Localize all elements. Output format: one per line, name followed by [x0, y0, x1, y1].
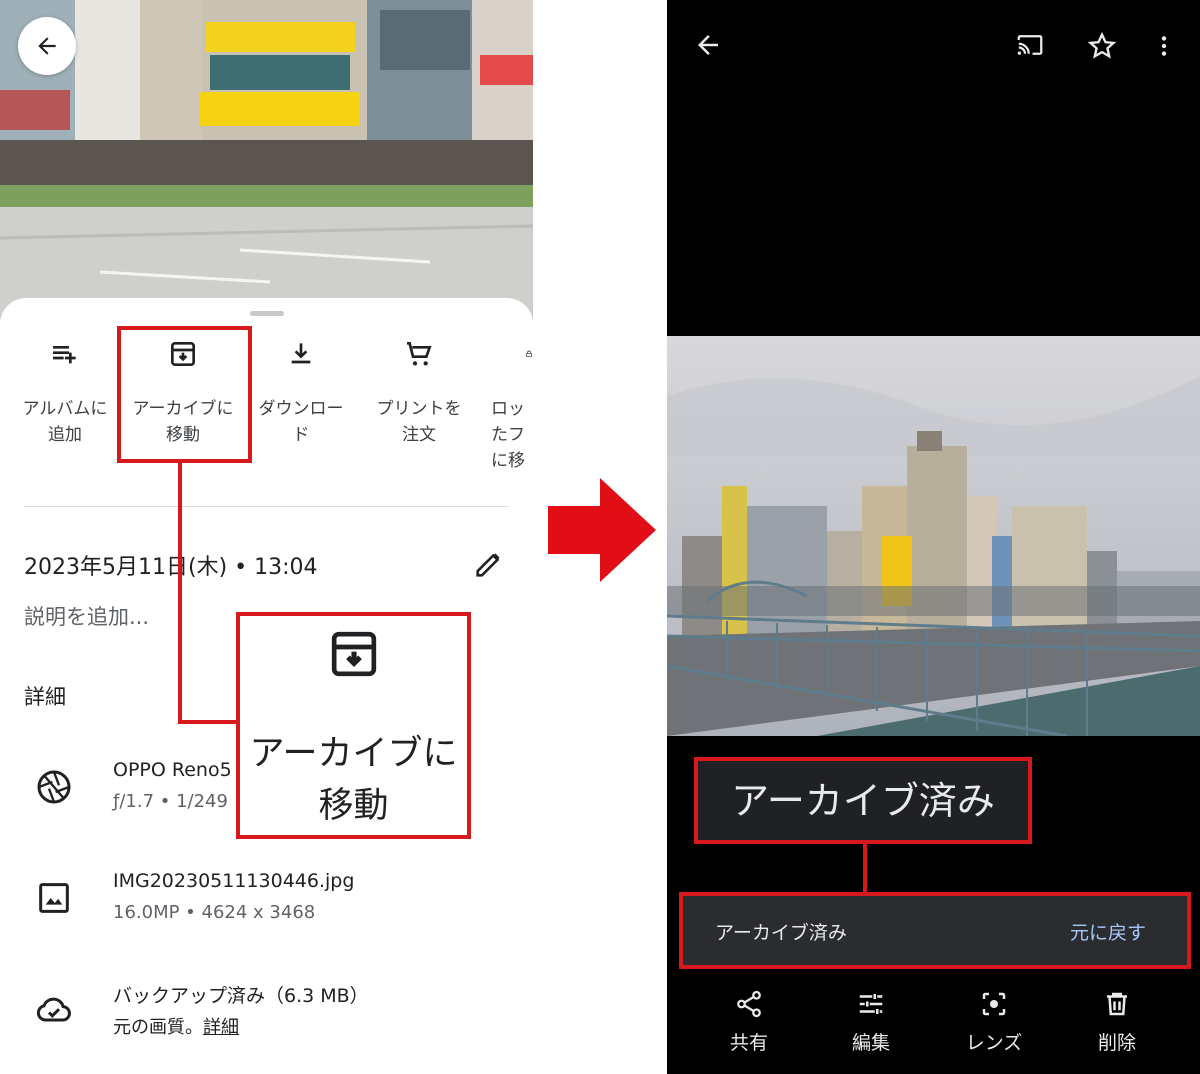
edit-label: 編集 [851, 1032, 890, 1054]
move-to-locked-button[interactable]: ロッ たフ に移 [477, 338, 533, 474]
sheet-drag-handle[interactable] [250, 311, 284, 316]
share-button[interactable]: 共有 [699, 988, 799, 1055]
delete-button[interactable]: 削除 [1067, 988, 1167, 1055]
more-options-button[interactable] [1151, 30, 1177, 66]
download-icon [291, 343, 311, 364]
archived-callout-box: アーカイブ済み [694, 757, 1032, 844]
photo-date: 2023年5月11日(木) • 13:04 [24, 555, 318, 580]
backup-quality-text: 元の画質。 [113, 1017, 203, 1038]
lens-button[interactable]: レンズ [944, 988, 1044, 1055]
left-phone-screen: アルバムに 追加 アーカイブに 移動 ダウンロー ド プリントを 注文 ロッ た… [0, 0, 533, 1074]
back-arrow-icon [38, 37, 56, 55]
harbor-photo [667, 336, 1200, 736]
share-label: 共有 [729, 1032, 768, 1054]
add-to-album-label: アルバムに 追加 [22, 399, 108, 445]
aperture-icon [37, 770, 71, 804]
details-heading: 詳細 [24, 685, 66, 709]
back-button[interactable] [18, 17, 76, 75]
cast-button[interactable] [1013, 30, 1047, 64]
details-link[interactable]: 詳細 [203, 1017, 239, 1038]
transition-arrow [548, 478, 658, 586]
back-button[interactable] [693, 30, 723, 64]
download-button[interactable]: ダウンロー ド [241, 338, 361, 448]
camera-model: OPPO Reno5 [113, 759, 232, 781]
backup-quality: 元の画質。詳細 [113, 1013, 239, 1039]
file-row-icon [34, 878, 74, 918]
archive-icon [331, 631, 377, 677]
favorite-button[interactable] [1086, 30, 1118, 66]
image-icon [39, 883, 69, 913]
callout-label: アーカイブに 移動 [249, 734, 458, 826]
cart-icon [407, 342, 432, 366]
camera-settings: ƒ/1.7 • 1/249 [113, 791, 228, 812]
star-icon [1087, 31, 1117, 59]
street-photo [0, 0, 533, 320]
snackbar-message: アーカイブ済み [715, 922, 847, 944]
edit-date-button[interactable] [472, 547, 506, 585]
cast-icon [1017, 35, 1043, 55]
callout-archive-icon [326, 626, 382, 686]
backup-status: バックアップ済み（6.3 MB） [113, 985, 369, 1007]
callout-connector [863, 842, 867, 894]
callout-connector-horizontal [178, 720, 240, 724]
add-to-album-button[interactable]: アルバムに 追加 [5, 338, 125, 448]
divider [24, 506, 508, 507]
edit-button[interactable]: 編集 [821, 988, 921, 1055]
right-phone-screen: アーカイブ済み アーカイブ済み 元に戻す 共有 編集 レンズ 削除 [667, 0, 1200, 1074]
lens-label: レンズ [965, 1032, 1023, 1054]
lock-icon [526, 350, 532, 357]
callout-connector-vertical [178, 462, 182, 724]
pencil-icon [476, 553, 500, 577]
download-label: ダウンロー ド [258, 399, 344, 445]
tune-icon [859, 994, 883, 1014]
back-arrow-icon [698, 35, 718, 55]
delete-label: 削除 [1097, 1032, 1136, 1054]
order-print-button[interactable]: プリントを 注文 [359, 338, 479, 448]
more-vert-icon [1161, 36, 1167, 56]
move-to-locked-label: ロッ たフ に移 [491, 399, 525, 471]
file-info: 16.0MP • 4624 x 3468 [113, 902, 316, 923]
undo-button[interactable]: 元に戻す [1070, 918, 1146, 945]
order-print-label: プリントを 注文 [376, 399, 462, 445]
share-icon [737, 990, 761, 1018]
camera-row-icon [34, 767, 74, 807]
backup-row-icon [34, 990, 74, 1030]
description-input[interactable]: 説明を追加... [24, 601, 149, 631]
archive-highlight-box [117, 326, 252, 463]
playlist-add-icon [53, 346, 76, 364]
archived-callout-label: アーカイブ済み [731, 779, 995, 823]
file-name: IMG20230511130446.jpg [113, 870, 355, 892]
lens-icon [982, 992, 1006, 1016]
delete-icon [1107, 992, 1127, 1016]
cloud-done-icon [36, 997, 71, 1022]
right-arrow-icon [548, 478, 656, 582]
